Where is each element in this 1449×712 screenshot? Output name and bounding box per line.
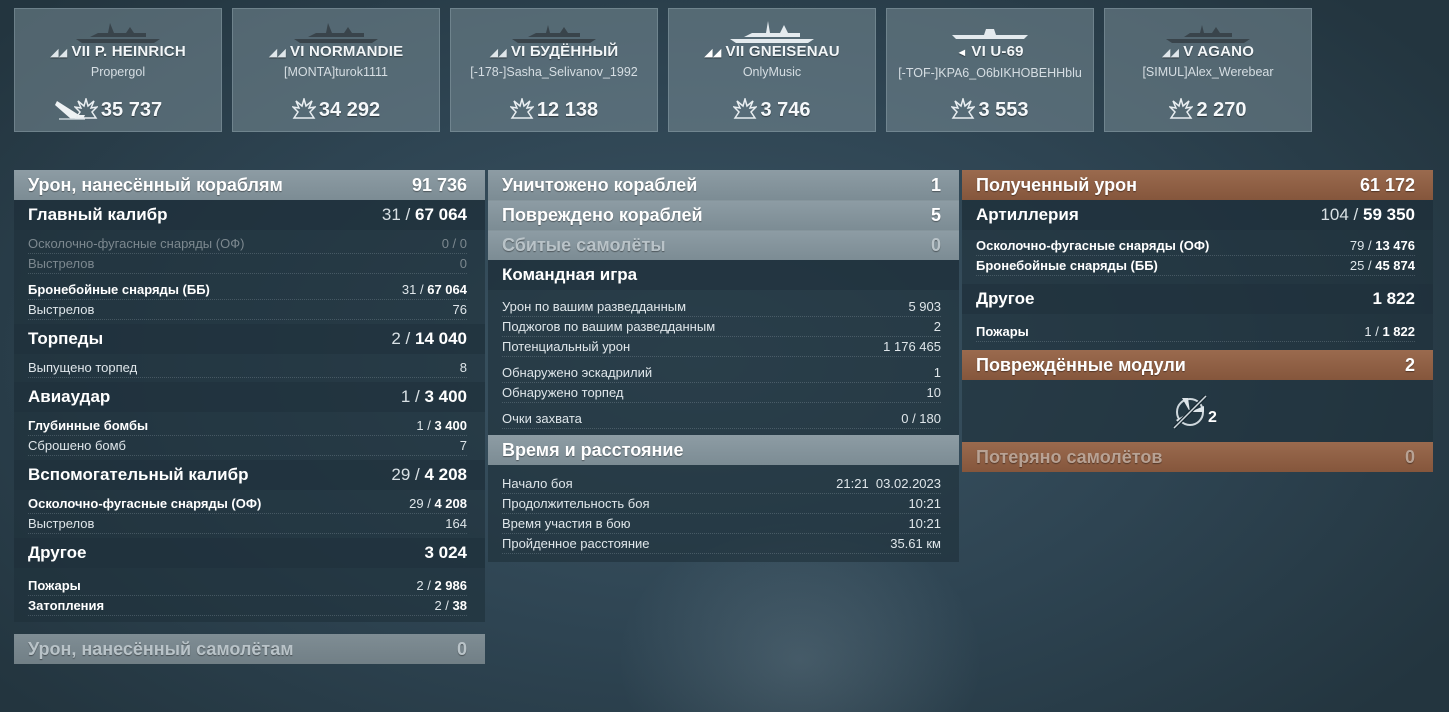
ship-name: ◢◢ V AGANO — [1161, 43, 1255, 60]
ship-name: ◢◢ VII GNEISENAU — [704, 43, 840, 60]
received-fires-row: Пожары 1 / 1 822 — [976, 322, 1415, 342]
damage-received-header: Полученный урон 61 172 — [962, 170, 1433, 200]
planes-shot-down-header: Сбитые самолёты 0 — [488, 230, 959, 260]
secondary-battery-details: Осколочно-фугасные снаряды (ОФ) 29 / 4 20… — [14, 490, 485, 538]
submarine-class-icon: ◄ — [956, 47, 968, 59]
ships-damaged-header: Повреждено кораблей 5 — [488, 200, 959, 230]
ship-card[interactable]: ◢◢ V AGANO [SIMUL]Alex_Werebear 2 270 — [1104, 8, 1312, 132]
damage-received-panel: Полученный урон 61 172 Артиллерия 104 / … — [962, 170, 1433, 472]
player-name: [-178-]Sasha_Selivanov_1992 — [470, 65, 638, 79]
depth-charges-row: Глубинные бомбы 1 / 3 400 — [28, 416, 467, 436]
ship-silhouette-icon — [730, 21, 814, 43]
artillery-details: Осколочно-фугасные снаряды (ОФ) 79 / 13 4… — [962, 230, 1433, 284]
torpedoes-launched-row: Выпущено торпед 8 — [28, 358, 467, 378]
capture-points-row: Очки захвата 0 / 180 — [502, 409, 941, 429]
ships-destroyed-header: Уничтожено кораблей 1 — [488, 170, 959, 200]
spotting-fires-row: Поджогов по вашим разведданным 2 — [502, 317, 941, 337]
damage-dealt-header: Урон, нанесённый кораблям 91 736 — [14, 170, 485, 200]
explosion-icon — [733, 98, 758, 119]
aircraft-damage-header: Урон, нанесённый самолётам 0 — [14, 634, 485, 664]
battle-duration-row: Продолжительность боя 10:21 — [502, 494, 941, 514]
explosion-icon — [291, 98, 316, 119]
torpedoes-details: Выпущено торпед 8 — [14, 354, 485, 382]
ship-class-icon: ◢◢ — [1161, 47, 1180, 59]
team-play-details: Урон по вашим разведданным 5 903 Поджогов… — [488, 290, 959, 435]
main-battery-header: Главный калибр 31 / 67 064 — [14, 200, 485, 230]
damage-value: 35 737 — [15, 98, 221, 122]
participation-time-row: Время участия в бою 10:21 — [502, 514, 941, 534]
received-ap-row: Бронебойные снаряды (ББ) 25 / 45 874 — [976, 256, 1415, 276]
torpedoes-header: Торпеды 2 / 14 040 — [14, 324, 485, 354]
ship-class-icon: ◢◢ — [489, 47, 507, 59]
bombs-dropped-row: Сброшено бомб 7 — [28, 436, 467, 456]
module-count: 2 — [1208, 409, 1217, 426]
explosion-icon — [1169, 98, 1194, 119]
damage-dealt-panel: Урон, нанесённый кораблям 91 736 Главный… — [14, 170, 485, 664]
ship-card[interactable]: ◢◢ VI БУДЁННЫЙ [-178-]Sasha_Selivanov_199… — [450, 8, 658, 132]
damaged-modules-header: Повреждённые модули 2 — [962, 350, 1433, 380]
other-damage-header: Другое 3 024 — [14, 538, 485, 568]
ship-name: ◢◢ VII P. HEINRICH — [50, 43, 186, 60]
time-distance-details: Начало боя 21:21 03.02.2023 Продолжительн… — [488, 465, 959, 562]
battle-start-row: Начало боя 21:21 03.02.2023 — [502, 474, 941, 494]
he-shells-row: Осколочно-фугасные снаряды (ОФ) 0 / 0 — [28, 234, 467, 254]
explosion-icon — [951, 98, 976, 119]
ship-silhouette-icon — [512, 25, 596, 43]
squadrons-spotted-row: Обнаружено эскадрилий 1 — [502, 363, 941, 383]
fires-row: Пожары 2 / 2 986 — [28, 576, 467, 596]
team-play-header: Командная игра — [488, 260, 959, 290]
damage-value: 3 746 — [669, 98, 875, 122]
ship-name: ◢◢ VI NORMANDIE — [268, 43, 404, 60]
damage-value: 34 292 — [233, 98, 439, 122]
propeller-icon[interactable] — [1170, 392, 1210, 432]
explosion-icon — [73, 98, 98, 119]
other-damage-details: Пожары 2 / 2 986 Затопления 2 / 38 — [14, 568, 485, 622]
ap-shells-row: Бронебойные снаряды (ББ) 31 / 67 064 — [28, 280, 467, 300]
airstrike-details: Глубинные бомбы 1 / 3 400 Сброшено бомб 7 — [14, 412, 485, 460]
player-name: [MONTA]turok1111 — [284, 65, 388, 79]
damage-value: 2 270 — [1105, 98, 1311, 122]
received-he-row: Осколочно-фугасные снаряды (ОФ) 79 / 13 4… — [976, 236, 1415, 256]
artillery-header: Артиллерия 104 / 59 350 — [962, 200, 1433, 230]
received-other-header: Другое 1 822 — [962, 284, 1433, 314]
player-name: [-TOF-]KPA6_O6bIKHOBEHHblu — [898, 66, 1082, 80]
distance-travelled-row: Пройденное расстояние 35.61 км — [502, 534, 941, 554]
ship-silhouette-icon — [294, 23, 378, 43]
ship-card[interactable]: ◄ VI U-69 [-TOF-]KPA6_O6bIKHOBEHHblu 3 55… — [886, 8, 1094, 132]
he-shots-row: Выстрелов 0 — [28, 254, 467, 274]
ship-silhouette-icon — [76, 23, 160, 43]
battle-summary-panel: Уничтожено кораблей 1 Повреждено корабле… — [488, 170, 959, 562]
explosion-icon — [509, 98, 534, 119]
spotting-damage-row: Урон по вашим разведданным 5 903 — [502, 297, 941, 317]
damage-value: 3 553 — [887, 98, 1093, 122]
secondary-shots-row: Выстрелов 164 — [28, 514, 467, 534]
damage-value: 12 138 — [451, 98, 657, 122]
ship-card[interactable]: ◢◢ VII GNEISENAU OnlyMusic 3 746 — [668, 8, 876, 132]
ship-class-icon: ◢◢ — [50, 47, 68, 59]
ship-silhouette-icon — [952, 29, 1028, 39]
main-battery-details: Осколочно-фугасные снаряды (ОФ) 0 / 0 Выс… — [14, 230, 485, 324]
ship-class-icon: ◢◢ — [268, 47, 287, 59]
ship-card[interactable]: ◢◢ VII P. HEINRICH Propergol 35 737 — [14, 8, 222, 132]
damaged-modules-list: 2 — [962, 380, 1433, 442]
ship-name: ◄ VI U-69 — [956, 43, 1024, 60]
ship-silhouette-icon — [1166, 25, 1250, 43]
player-name: OnlyMusic — [742, 65, 802, 79]
ship-card[interactable]: ◢◢ VI NORMANDIE [MONTA]turok1111 34 292 — [232, 8, 440, 132]
planes-lost-header: Потеряно самолётов 0 — [962, 442, 1433, 472]
ap-shots-row: Выстрелов 76 — [28, 300, 467, 320]
player-name: [SIMUL]Alex_Werebear — [1142, 65, 1274, 79]
flooding-row: Затопления 2 / 38 — [28, 596, 467, 616]
secondary-he-row: Осколочно-фугасные снаряды (ОФ) 29 / 4 20… — [28, 494, 467, 514]
time-distance-header: Время и расстояние — [488, 435, 959, 465]
potential-damage-row: Потенциальный урон 1 176 465 — [502, 337, 941, 357]
received-other-details: Пожары 1 / 1 822 — [962, 314, 1433, 350]
airstrike-header: Авиаудар 1 / 3 400 — [14, 382, 485, 412]
secondary-battery-header: Вспомогательный калибр 29 / 4 208 — [14, 460, 485, 490]
player-name: Propergol — [90, 65, 146, 79]
ship-name: ◢◢ VI БУДЁННЫЙ — [489, 43, 619, 60]
ship-cards: ◢◢ VII P. HEINRICH Propergol 35 737 ◢◢ VI … — [14, 8, 1314, 132]
ship-class-icon: ◢◢ — [704, 47, 722, 59]
torpedoes-spotted-row: Обнаружено торпед 10 — [502, 383, 941, 403]
